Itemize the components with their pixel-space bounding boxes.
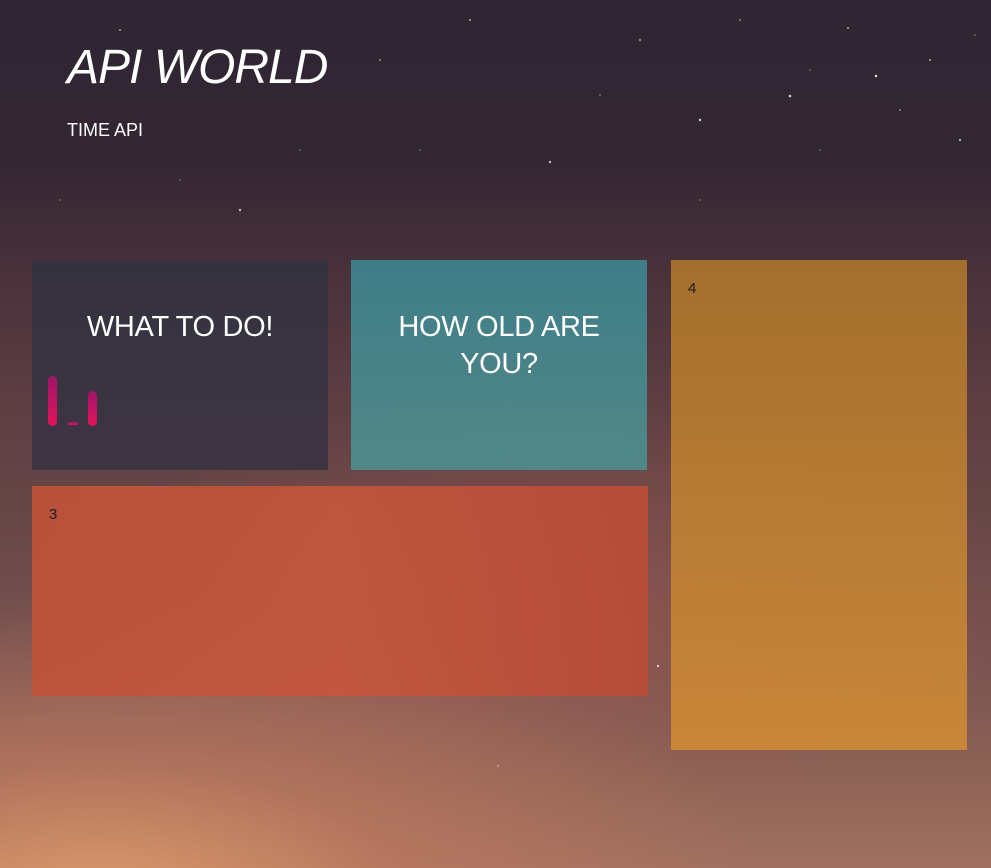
loader-bar — [88, 391, 97, 426]
how-old-are-you-card[interactable]: HOW OLD ARE YOU? — [351, 260, 647, 470]
page-header: API WORLD TIME API — [67, 38, 328, 141]
loader-bar — [48, 376, 57, 426]
what-to-do-card[interactable]: WHAT TO DO! — [32, 260, 328, 470]
what-to-do-heading: WHAT TO DO! — [86, 311, 274, 343]
how-old-are-you-heading: HOW OLD ARE YOU? — [398, 311, 600, 380]
card-three[interactable]: 3 — [32, 486, 648, 696]
app-title: API WORLD — [67, 41, 328, 94]
card-four[interactable]: 4 — [671, 260, 967, 750]
app-subtitle: TIME API — [67, 120, 144, 140]
loading-bars-icon — [48, 374, 104, 426]
card-number: 3 — [49, 506, 58, 523]
loader-bar — [68, 422, 78, 425]
card-number: 4 — [688, 280, 697, 297]
